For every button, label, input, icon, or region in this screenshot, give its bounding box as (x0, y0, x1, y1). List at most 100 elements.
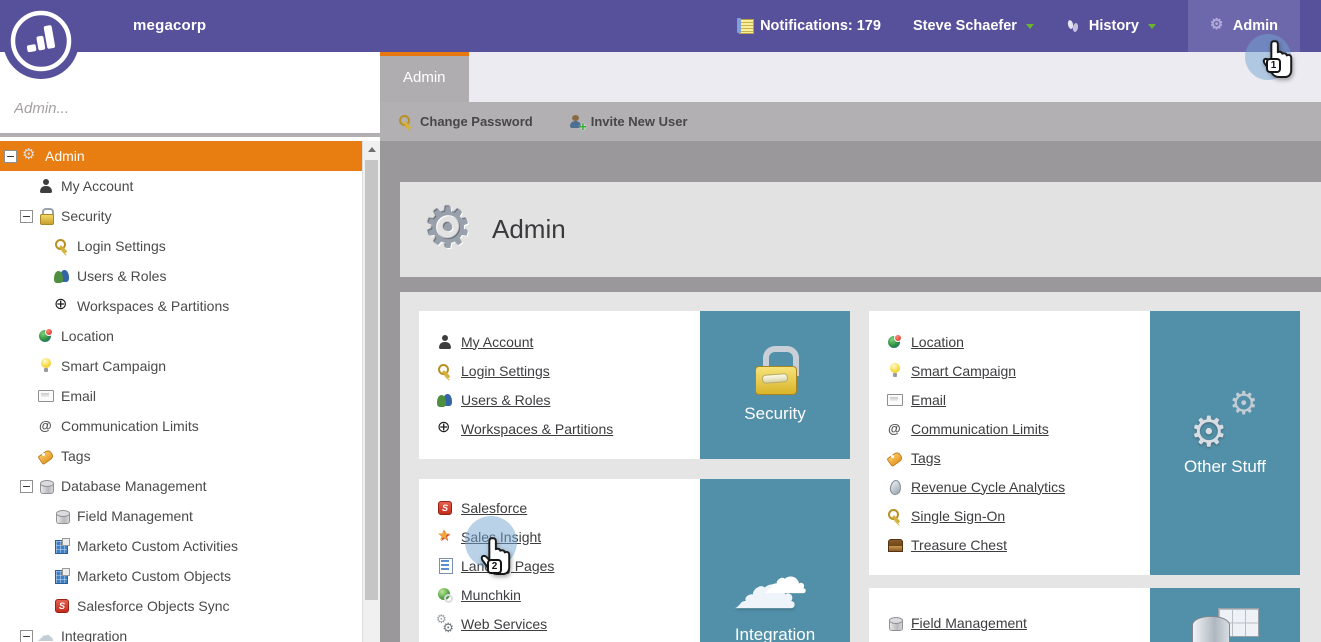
users-icon (437, 392, 453, 408)
other-stuff-aside-panel: Other Stuff (1150, 311, 1300, 575)
footprints-icon (1066, 18, 1082, 34)
other-stuff-card: Location Smart Campaign Email Communic (869, 311, 1300, 575)
tag-icon (38, 448, 54, 464)
page-title: Admin (492, 214, 566, 244)
sidebar-item-integration[interactable]: Integration (0, 621, 362, 642)
collapse-expander-icon[interactable] (20, 629, 33, 642)
collapse-expander-icon[interactable] (20, 479, 33, 493)
globe-wireframe-icon (54, 297, 70, 314)
sidebar-search-input[interactable] (14, 100, 344, 117)
link-workspaces-partitions[interactable]: Workspaces & Partitions (437, 414, 700, 443)
link-tags[interactable]: Tags (887, 443, 1150, 472)
notifications-label: Notifications: 179 (760, 18, 881, 34)
database-icon (54, 508, 70, 524)
person-icon (38, 178, 54, 194)
link-field-management[interactable]: Field Management (887, 608, 1150, 637)
sidebar-item-communication-limits[interactable]: Communication Limits (0, 411, 362, 441)
link-communication-limits[interactable]: Communication Limits (887, 414, 1150, 443)
sidebar-item-field-management[interactable]: Field Management (0, 501, 362, 531)
scroll-up-icon[interactable] (363, 141, 380, 157)
cloud-icon (37, 626, 54, 642)
database-icon (887, 615, 903, 631)
gears-icon (1190, 387, 1260, 453)
sidebar-item-email[interactable]: Email (0, 381, 362, 411)
person-icon (437, 334, 453, 350)
link-email[interactable]: Email (887, 385, 1150, 414)
sidebar-item-smart-campaign[interactable]: Smart Campaign (0, 351, 362, 381)
click-annotation-2-badge: 2 (487, 559, 502, 574)
aside-label: Other Stuff (1184, 457, 1266, 476)
tab-admin[interactable]: Admin (380, 52, 469, 102)
lock-icon (753, 346, 799, 395)
lightbulb-icon (887, 362, 903, 379)
sidebar-item-location[interactable]: Location (0, 321, 362, 351)
sidebar: Admin My Account Security Login Settings (0, 52, 380, 642)
collapse-expander-icon[interactable] (4, 149, 17, 163)
link-salesforce[interactable]: Salesforce (437, 493, 700, 522)
salesforce-icon (54, 598, 70, 614)
sidebar-item-marketo-custom-activities[interactable]: Marketo Custom Activities (0, 531, 362, 561)
sidebar-item-salesforce-objects-sync[interactable]: Salesforce Objects Sync (0, 591, 362, 621)
link-web-services[interactable]: Web Services (436, 609, 700, 638)
sidebar-item-users-roles[interactable]: Users & Roles (0, 261, 362, 291)
salesforce-icon (437, 500, 453, 516)
sidebar-scrollbar[interactable] (362, 141, 380, 642)
sidebar-item-marketo-custom-objects[interactable]: Marketo Custom Objects (0, 561, 362, 591)
gear-icon (22, 147, 38, 164)
invite-new-user-button[interactable]: + Invite New User (569, 114, 688, 133)
toolbar: Change Password + Invite New User (380, 102, 1321, 141)
sidebar-item-my-account[interactable]: My Account (0, 171, 362, 201)
sidebar-item-login-settings[interactable]: Login Settings (0, 231, 362, 261)
admin-tree: Admin My Account Security Login Settings (0, 141, 362, 642)
tab-strip: Admin (380, 52, 1321, 102)
admin-cards-section: My Account Login Settings Users & Roles (400, 292, 1321, 642)
link-munchkin[interactable]: Munchkin (437, 580, 700, 609)
add-user-icon: + (569, 114, 587, 133)
globe-wireframe-icon (437, 420, 453, 437)
lock-icon (38, 208, 54, 225)
marketo-admin-screen: megacorp Notifications: 179 Steve Schaef… (0, 0, 1321, 642)
at-sign-icon (887, 421, 903, 437)
database-grid-icon (1192, 608, 1259, 642)
sidebar-divider (0, 133, 380, 137)
collapse-expander-icon[interactable] (20, 209, 33, 223)
sidebar-item-workspaces-partitions[interactable]: Workspaces & Partitions (0, 291, 362, 321)
key-icon (437, 363, 453, 379)
scrollbar-thumb[interactable] (365, 160, 378, 600)
link-revenue-cycle-analytics[interactable]: Revenue Cycle Analytics (887, 472, 1150, 501)
key-icon (54, 238, 70, 254)
nav-user-menu[interactable]: Steve Schaefer (913, 0, 1034, 52)
link-users-roles[interactable]: Users & Roles (437, 385, 700, 414)
security-card: My Account Login Settings Users & Roles (419, 311, 850, 459)
user-name: Steve Schaefer (912, 18, 1017, 34)
envelope-icon (38, 388, 54, 404)
key-icon (398, 114, 414, 130)
link-my-account[interactable]: My Account (437, 327, 700, 356)
aside-label: Integration (734, 625, 816, 642)
sidebar-item-admin[interactable]: Admin (0, 141, 362, 171)
link-smart-campaign[interactable]: Smart Campaign (887, 356, 1150, 385)
link-login-settings[interactable]: Login Settings (437, 356, 700, 385)
sidebar-item-database-management[interactable]: Database Management (0, 471, 362, 501)
link-location[interactable]: Location (887, 327, 1150, 356)
gear-icon (1210, 17, 1226, 34)
change-password-button[interactable]: Change Password (398, 114, 533, 130)
sidebar-item-tags[interactable]: Tags (0, 441, 362, 471)
link-single-sign-on[interactable]: Single Sign-On (887, 501, 1150, 530)
cloud-icon (732, 549, 818, 615)
notifications-icon (737, 18, 755, 34)
main-area: Admin Change Password + Invite New User … (380, 52, 1321, 642)
marketo-logo[interactable] (2, 2, 80, 85)
star-flame-icon (437, 528, 453, 545)
lightbulb-icon (38, 358, 54, 374)
link-treasure-chest[interactable]: Treasure Chest (887, 530, 1150, 559)
top-bar: megacorp Notifications: 179 Steve Schaef… (0, 0, 1321, 52)
database-card: Field Management (869, 588, 1300, 642)
nav-history[interactable]: History (1066, 0, 1156, 52)
tag-icon (887, 450, 903, 466)
envelope-icon (887, 392, 903, 408)
sidebar-item-security[interactable]: Security (0, 201, 362, 231)
globe-pin-icon (887, 333, 903, 350)
at-sign-icon (38, 418, 54, 434)
nav-notifications[interactable]: Notifications: 179 (737, 0, 881, 52)
